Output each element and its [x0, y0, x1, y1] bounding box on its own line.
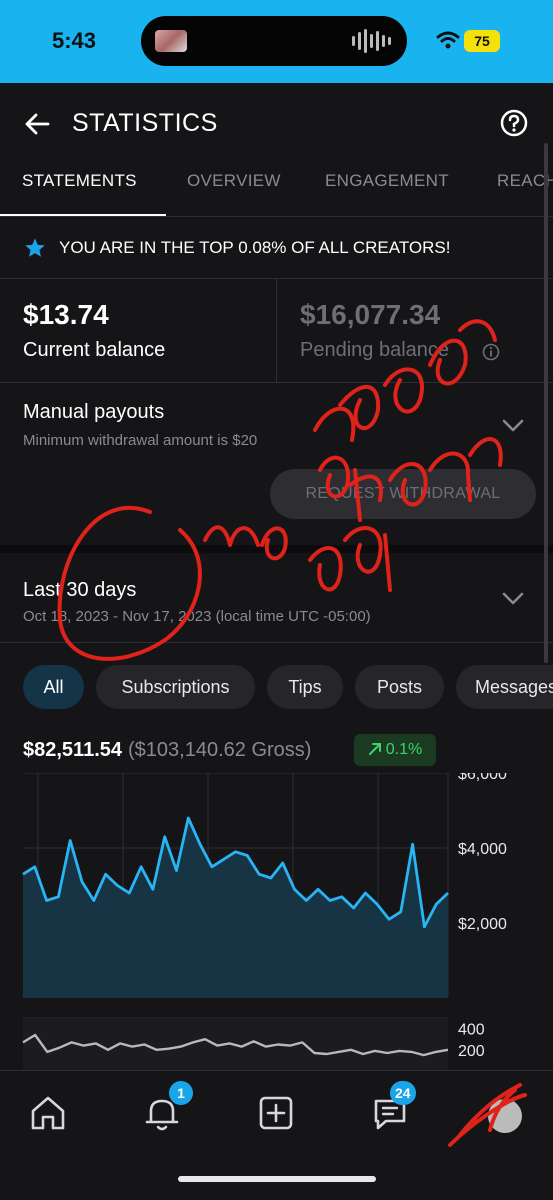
minimum-withdrawal-note: Minimum withdrawal amount is $20	[23, 432, 258, 449]
trend-up-arrow-icon	[368, 743, 381, 755]
now-playing-artwork	[155, 30, 187, 52]
bottom-navigation: 1 24	[0, 1070, 553, 1200]
net-earnings: $82,511.54	[23, 739, 122, 761]
home-indicator[interactable]	[178, 1176, 376, 1182]
y-tick-label: 200	[458, 1043, 485, 1060]
top-creator-banner: YOU ARE IN THE TOP 0.08% OF ALL CREATORS…	[0, 217, 553, 279]
balances-section: $13.74 Current balance $16,077.34 Pendin…	[0, 279, 553, 383]
back-arrow-icon[interactable]	[22, 109, 52, 139]
scrollbar[interactable]	[544, 143, 548, 663]
trend-badge: 0.1%	[354, 734, 436, 766]
statistics-tabs: STATEMENTS OVERVIEW ENGAGEMENT REACH	[0, 163, 553, 217]
period-title: Last 30 days	[23, 579, 137, 601]
pending-balance-amount: $16,077.34	[300, 299, 441, 330]
current-balance-label: Current balance	[23, 339, 166, 361]
trend-value: 0.1%	[385, 741, 423, 758]
help-icon[interactable]	[499, 108, 529, 138]
y-tick-label: $2,000	[458, 916, 507, 933]
gross-earnings: ($103,140.62 Gross)	[128, 739, 312, 761]
filter-messages[interactable]: Messages	[456, 665, 553, 709]
filter-tips[interactable]: Tips	[267, 665, 343, 709]
battery-indicator: 75	[464, 30, 500, 52]
y-tick-label: 400	[458, 1022, 485, 1039]
pending-balance-label: Pending balance	[300, 339, 450, 361]
period-selector[interactable]: Last 30 days Oct 18, 2023 - Nov 17, 2023…	[0, 553, 553, 643]
top-creator-text: YOU ARE IN THE TOP 0.08% OF ALL CREATORS…	[59, 238, 451, 257]
manual-payouts-title: Manual payouts	[23, 401, 165, 423]
audio-waveform-icon	[352, 29, 391, 53]
tab-statements[interactable]: STATEMENTS	[22, 171, 137, 191]
current-balance-amount: $13.74	[23, 299, 109, 330]
earnings-summary: $82,511.54 ($103,140.62 Gross) 0.1%	[23, 734, 436, 769]
tab-overview[interactable]: OVERVIEW	[187, 171, 281, 191]
earnings-filter-chips: All Subscriptions Tips Posts Messages	[0, 665, 553, 713]
chevron-down-icon[interactable]	[502, 592, 524, 606]
request-withdrawal-button[interactable]: REQUEST WITHDRAWAL	[270, 469, 536, 519]
profile-avatar[interactable]	[488, 1099, 522, 1133]
app-screen: STATISTICS STATEMENTS OVERVIEW ENGAGEMEN…	[0, 83, 553, 1200]
section-separator	[0, 545, 553, 553]
header: STATISTICS	[0, 83, 553, 163]
dynamic-island[interactable]	[141, 16, 407, 66]
filter-subscriptions[interactable]: Subscriptions	[96, 665, 255, 709]
filter-posts[interactable]: Posts	[355, 665, 444, 709]
status-bar: 5:43 75	[0, 0, 553, 83]
status-time: 5:43	[52, 28, 97, 53]
earnings-area	[23, 818, 448, 998]
wifi-icon	[436, 31, 460, 49]
chevron-down-icon[interactable]	[502, 419, 524, 433]
messages-badge: 24	[390, 1081, 416, 1105]
tab-engagement[interactable]: ENGAGEMENT	[325, 171, 449, 191]
filter-all[interactable]: All	[23, 665, 84, 709]
home-icon[interactable]	[28, 1093, 68, 1133]
add-post-icon[interactable]	[256, 1093, 296, 1133]
notifications-badge: 1	[169, 1081, 193, 1105]
manual-payouts-section: Manual payouts Minimum withdrawal amount…	[0, 383, 553, 533]
balance-divider	[276, 279, 277, 383]
page-title: STATISTICS	[72, 109, 218, 137]
y-tick-label: $4,000	[458, 841, 507, 858]
info-icon[interactable]	[482, 343, 500, 361]
star-icon	[25, 238, 45, 257]
period-date-range: Oct 18, 2023 - Nov 17, 2023 (local time …	[23, 608, 371, 625]
y-tick-label: $6,000	[458, 773, 507, 783]
